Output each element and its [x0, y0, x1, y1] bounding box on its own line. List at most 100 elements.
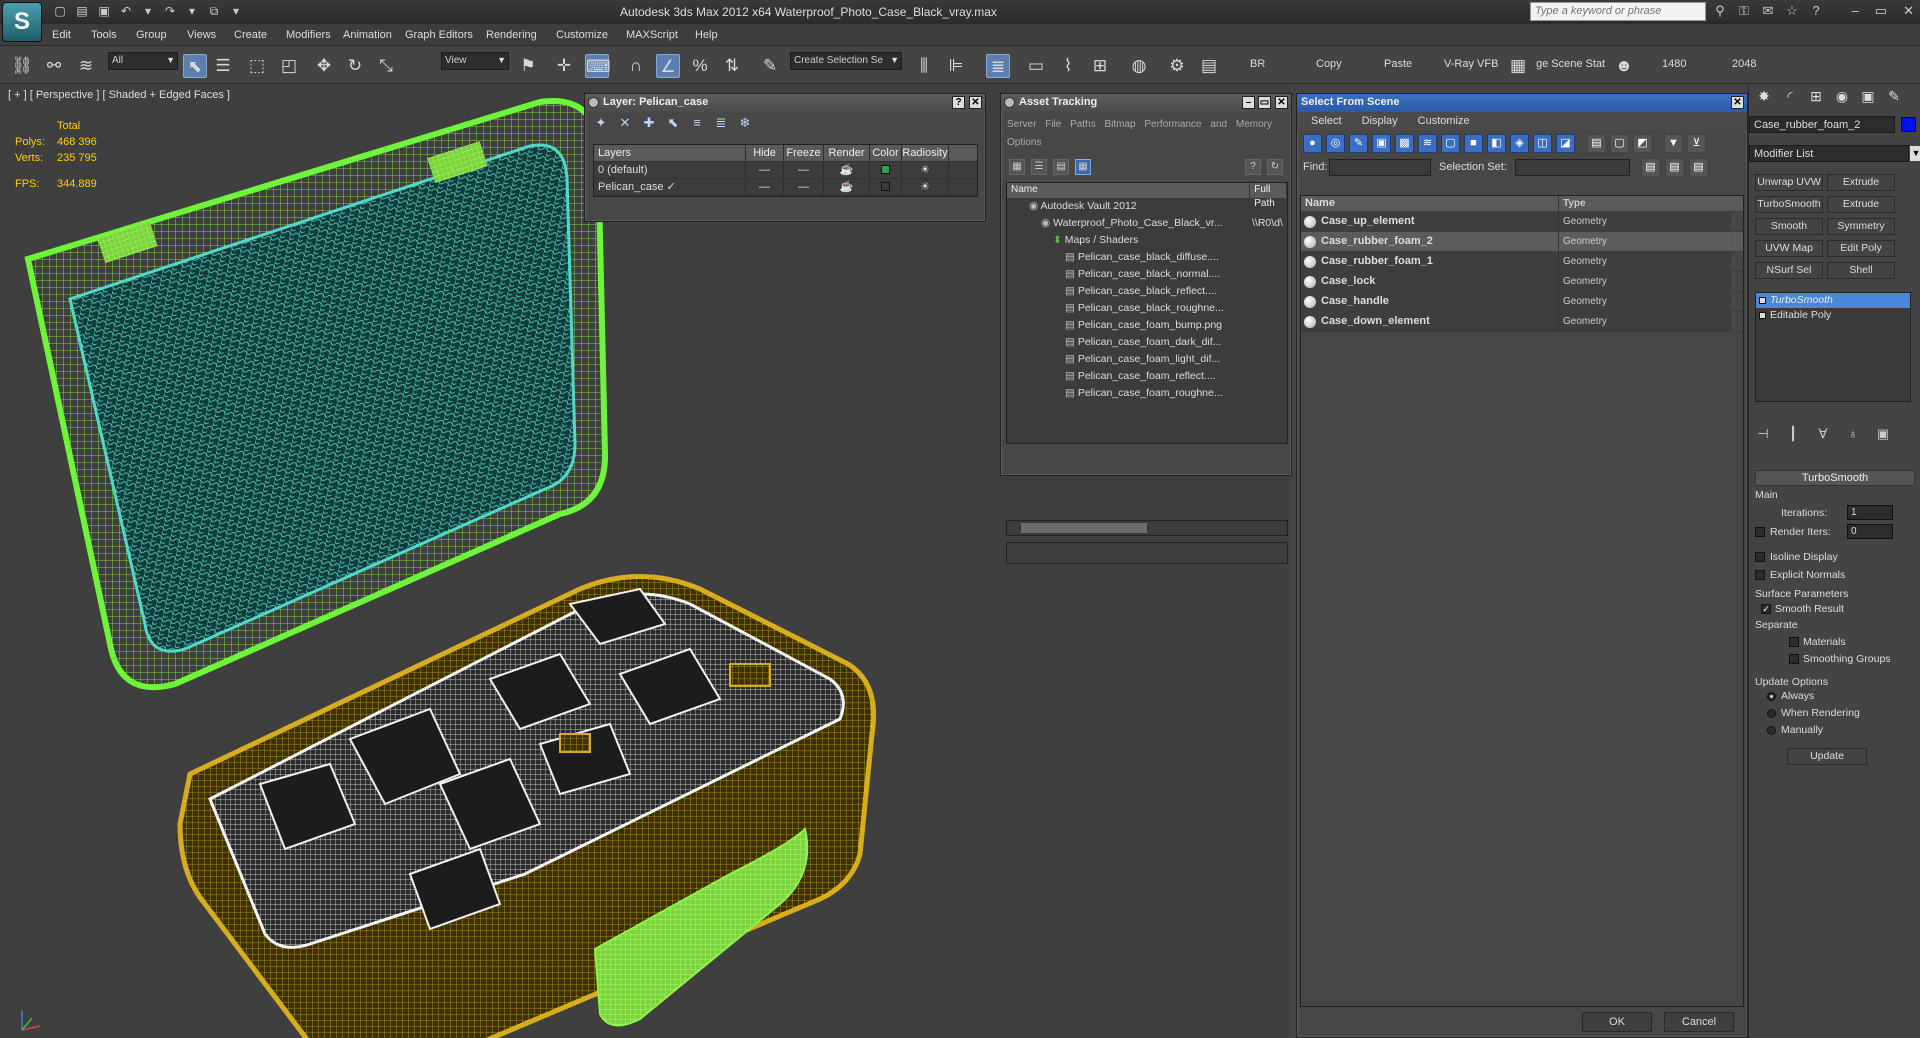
snaps-toggle-icon[interactable]: ∩ [624, 54, 648, 78]
undo-icon[interactable]: ↶ [118, 3, 134, 19]
expand-icon[interactable] [1759, 312, 1766, 319]
asset-close-button[interactable]: ✕ [1275, 96, 1288, 109]
edit-poly-button[interactable]: Edit Poly [1827, 240, 1895, 257]
asset-minimize-button[interactable]: – [1242, 96, 1255, 109]
object-name-field[interactable]: Case_rubber_foam_2 [1749, 116, 1895, 133]
menu-animation[interactable]: Animation [343, 29, 392, 41]
stack-item-editable-poly[interactable]: Editable Poly [1756, 308, 1910, 323]
menu-group[interactable]: Group [136, 29, 167, 41]
display-bones-icon[interactable]: ◧ [1487, 134, 1506, 153]
hide-all-icon[interactable]: ≣ [713, 115, 729, 131]
asset-tree-item[interactable]: ◉ Waterproof_Photo_Case_Black_vr... \\R0\… [1007, 215, 1287, 232]
symmetry-button[interactable]: Symmetry [1827, 218, 1895, 235]
resolution-2048-button[interactable]: 2048 [1732, 58, 1756, 70]
create-tab-icon[interactable]: ✸ [1755, 87, 1773, 105]
menu-create[interactable]: Create [234, 29, 267, 41]
col-full-path[interactable]: Full Path [1250, 183, 1287, 209]
add-to-layer-icon[interactable]: ✚ [641, 115, 657, 131]
material-editor-icon[interactable]: ◍ [1127, 54, 1151, 78]
freeze-all-icon[interactable]: ❄ [737, 115, 753, 131]
asset-tree-item[interactable]: ▤ Pelican_case_black_roughne... [1007, 300, 1287, 317]
configure-sets-icon[interactable]: ▣ [1875, 426, 1891, 442]
layer-help-button[interactable]: ? [952, 96, 965, 109]
rollout-header[interactable]: TurboSmooth [1755, 470, 1915, 486]
hierarchy-tab-icon[interactable]: ⊞ [1807, 87, 1825, 105]
tree-view-icon[interactable]: ▦ [1009, 159, 1025, 175]
display-containers-icon[interactable]: ◈ [1510, 134, 1529, 153]
redo-dropdown-icon[interactable]: ▾ [184, 3, 200, 19]
col-layers[interactable]: Layers [594, 145, 746, 161]
sfs-close-button[interactable]: ✕ [1731, 96, 1744, 109]
asset-tree-item[interactable]: ▤ Pelican_case_foam_dark_dif... [1007, 334, 1287, 351]
stack-item-turbosmooth[interactable]: TurboSmooth [1756, 293, 1910, 308]
select-scale-icon[interactable]: ⤡ [374, 54, 398, 78]
select-rotate-icon[interactable]: ↻ [343, 54, 367, 78]
col-hide[interactable]: Hide [746, 145, 784, 161]
col-render[interactable]: Render [824, 145, 870, 161]
radiosity-light-icon[interactable]: ☀ [902, 179, 949, 195]
menu-help[interactable]: Help [695, 29, 718, 41]
motion-tab-icon[interactable]: ◉ [1833, 87, 1851, 105]
open-file-icon[interactable]: ▤ [74, 3, 90, 19]
graphite-ribbon-icon[interactable]: ▭ [1024, 54, 1048, 78]
update-when-rendering-radio[interactable] [1767, 709, 1776, 718]
menu-customize[interactable]: Customize [556, 29, 608, 41]
update-manually-radio[interactable] [1767, 726, 1776, 735]
scene-object-row[interactable]: Case_handle Geometry [1301, 292, 1743, 312]
smooth-result-checkbox[interactable]: ✓ [1761, 604, 1771, 614]
col-asset-name[interactable]: Name [1007, 183, 1251, 198]
subscription-icon[interactable]: ⚿ [1736, 3, 1752, 19]
light-bulb-icon[interactable] [1759, 297, 1766, 304]
select-invert-icon[interactable]: ◩ [1633, 134, 1652, 153]
asset-help-icon[interactable]: ? [1245, 159, 1261, 175]
qat-menu-icon[interactable]: ▾ [228, 3, 244, 19]
display-helpers-icon[interactable]: ▩ [1395, 134, 1414, 153]
teapot-icon[interactable]: ☕ [824, 162, 870, 178]
display-tab-icon[interactable]: ▣ [1859, 87, 1877, 105]
search-input[interactable]: Type a keyword or phrase [1530, 2, 1706, 21]
asset-menu-row2[interactable]: Options [1007, 134, 1285, 152]
modifier-list-dropdown[interactable]: Modifier List [1749, 145, 1920, 162]
save-selection-set-icon[interactable]: ▤ [1641, 158, 1660, 177]
asset-tree-item[interactable]: ▤ Pelican_case_black_normal.... [1007, 266, 1287, 283]
copy-button[interactable]: Copy [1316, 58, 1342, 70]
sfs-menu-display[interactable]: Display [1362, 115, 1398, 127]
sfs-titlebar[interactable]: Select From Scene ✕ [1297, 94, 1747, 112]
display-hidden-icon[interactable]: ◪ [1556, 134, 1575, 153]
sfs-menu-customize[interactable]: Customize [1418, 115, 1470, 127]
layer-hide-toggle[interactable]: — [746, 179, 784, 195]
display-geometry-icon[interactable]: ● [1303, 134, 1322, 153]
menu-edit[interactable]: Edit [52, 29, 71, 41]
pivot-center-icon[interactable]: ⚑ [516, 54, 540, 78]
asset-horizontal-scrollbar[interactable] [1006, 520, 1288, 536]
col-radiosity[interactable]: Radiosity [902, 145, 949, 161]
save-file-icon[interactable]: ▣ [96, 3, 112, 19]
select-and-link-icon[interactable]: ⛓ [10, 54, 34, 78]
render-iters-spinner[interactable]: 0 [1847, 524, 1893, 539]
scene-object-row[interactable]: Case_rubber_foam_2 Geometry [1301, 232, 1743, 252]
named-selection-dropdown[interactable]: Create Selection Se [790, 52, 902, 70]
close-icon[interactable]: ✕ [1903, 3, 1914, 19]
display-lights-icon[interactable]: ✎ [1349, 134, 1368, 153]
select-move-icon[interactable]: ✥ [312, 54, 336, 78]
smoothing-groups-checkbox[interactable] [1789, 654, 1799, 664]
shell-button[interactable]: Shell [1827, 262, 1895, 279]
asset-refresh-icon[interactable]: ↻ [1267, 159, 1283, 175]
favorites-star-icon[interactable]: ☆ [1784, 3, 1800, 19]
layer-manager-icon[interactable]: ≣ [986, 54, 1010, 78]
manipulate-icon[interactable]: ✛ [552, 54, 576, 78]
select-in-layer-icon[interactable]: ⬉ [665, 115, 681, 131]
scene-object-row[interactable]: Case_lock Geometry [1301, 272, 1743, 292]
asset-tree-item[interactable]: ▤ Pelican_case_foam_bump.png [1007, 317, 1287, 334]
paste-button[interactable]: Paste [1384, 58, 1412, 70]
render-setup-icon[interactable]: ⚙ [1165, 54, 1189, 78]
selection-filter-dropdown[interactable]: All [108, 52, 178, 70]
table-view-icon[interactable]: ▤ [1053, 159, 1069, 175]
grid-view-icon[interactable]: ▦ [1075, 159, 1091, 175]
display-groups-icon[interactable]: ▢ [1441, 134, 1460, 153]
show-end-result-icon[interactable]: ┃ [1785, 426, 1801, 442]
asset-tree-item[interactable]: ▤ Pelican_case_black_diffuse.... [1007, 249, 1287, 266]
menu-rendering[interactable]: Rendering [486, 29, 537, 41]
asset-scroll-thumb[interactable] [1021, 523, 1147, 533]
select-all-icon[interactable]: ▤ [1587, 134, 1606, 153]
